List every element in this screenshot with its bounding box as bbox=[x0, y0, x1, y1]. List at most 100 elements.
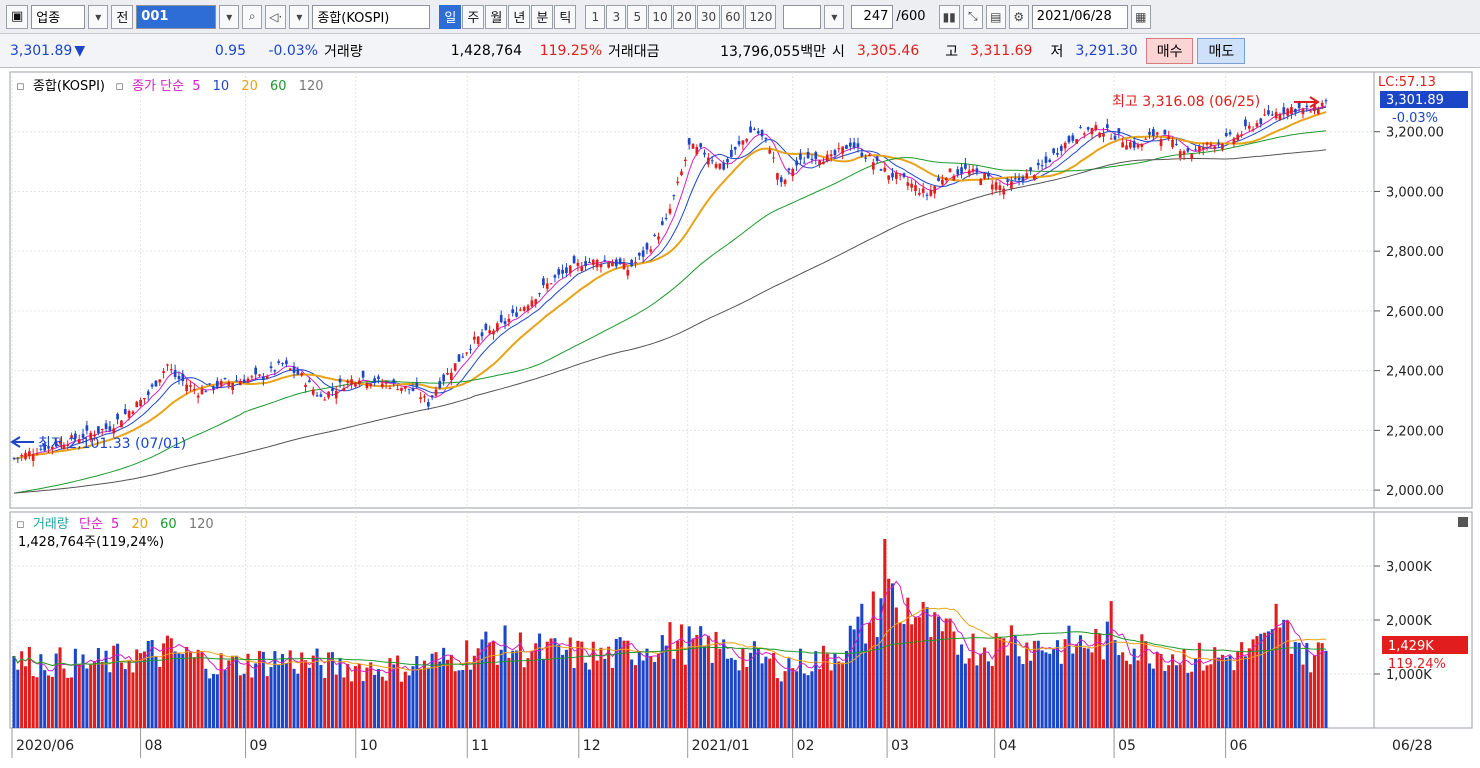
interval-button-3[interactable]: 3 bbox=[606, 4, 627, 29]
volume-bar bbox=[756, 648, 760, 728]
candle-body bbox=[442, 374, 446, 382]
volume-bar bbox=[683, 664, 687, 728]
volume-bar bbox=[921, 602, 925, 728]
interval-button-1[interactable]: 1 bbox=[585, 4, 606, 29]
candle-body bbox=[967, 170, 971, 175]
custom-interval-dropdown-icon[interactable]: ▾ bbox=[824, 4, 845, 29]
candle-body bbox=[618, 258, 622, 265]
volume-bar bbox=[445, 659, 450, 728]
interval-button-60[interactable]: 60 bbox=[721, 4, 745, 29]
volume-bar bbox=[422, 660, 427, 728]
volume-bar bbox=[284, 662, 288, 728]
tab-period-5[interactable]: 틱 bbox=[554, 4, 577, 29]
volume-bar bbox=[246, 653, 250, 728]
count-input[interactable]: 247 bbox=[851, 4, 894, 29]
volume-bar bbox=[691, 638, 695, 728]
candle-body bbox=[469, 348, 472, 350]
candle-body bbox=[599, 264, 603, 268]
candle-body bbox=[584, 260, 587, 267]
interval-button-5[interactable]: 5 bbox=[627, 4, 648, 29]
legend-square-icon: ▫ bbox=[16, 79, 25, 94]
volume-bar bbox=[269, 666, 273, 728]
volume-bar bbox=[890, 583, 895, 728]
interval-button-20[interactable]: 20 bbox=[672, 4, 696, 29]
speaker-dropdown-icon[interactable]: ▾ bbox=[289, 4, 310, 29]
tab-period-0[interactable]: 일 bbox=[439, 4, 462, 29]
category-select[interactable]: 업종 bbox=[31, 4, 86, 29]
candle-body bbox=[595, 259, 599, 268]
candle-body bbox=[641, 250, 645, 257]
candle-body bbox=[262, 376, 265, 380]
candle-body bbox=[415, 382, 419, 388]
buy-button[interactable]: 매수 bbox=[1145, 37, 1194, 64]
tab-period-4[interactable]: 분 bbox=[531, 4, 554, 29]
candle-body bbox=[1013, 178, 1017, 180]
candle-body bbox=[580, 266, 584, 272]
candle-body bbox=[1033, 174, 1036, 180]
candle-body bbox=[944, 177, 948, 181]
volume-bar bbox=[1259, 633, 1263, 728]
volume-bar bbox=[357, 663, 361, 728]
gear-icon[interactable]: ⚙ bbox=[1008, 4, 1029, 29]
calendar-icon[interactable]: ▦ bbox=[1130, 4, 1151, 29]
volume-bar bbox=[580, 641, 584, 728]
volume-bar bbox=[23, 666, 28, 728]
candle-body bbox=[871, 162, 875, 170]
candle-body bbox=[292, 366, 296, 373]
save-icon[interactable]: ▤ bbox=[985, 4, 1006, 29]
candle-body bbox=[753, 128, 756, 130]
code-input[interactable]: 001 bbox=[136, 4, 217, 29]
legend-square-icon-2: ▫ bbox=[115, 79, 124, 94]
candle-body bbox=[1267, 110, 1270, 115]
index-name-field[interactable]: 종합(KOSPI) bbox=[312, 4, 431, 29]
candle-body bbox=[250, 376, 254, 378]
candle-body bbox=[526, 305, 530, 311]
chart-svg[interactable]: 2,000.00 2,200.00 2,400.00 2,600.00 2,800.00… bbox=[0, 68, 1480, 764]
candle-body bbox=[100, 428, 104, 430]
candle-settings-icon[interactable]: ▮▮ bbox=[938, 4, 960, 29]
speaker-icon[interactable]: ◁· bbox=[265, 4, 287, 29]
all-toggle-button[interactable]: 전 bbox=[111, 4, 134, 29]
tab-period-3[interactable]: 년 bbox=[508, 4, 531, 29]
volume-bar bbox=[737, 670, 741, 728]
volume-bar bbox=[369, 662, 373, 728]
candle-body bbox=[622, 263, 626, 270]
category-dropdown-icon[interactable]: ▾ bbox=[88, 4, 109, 29]
volume-bar bbox=[472, 655, 476, 728]
volume-legend-ma5: 5 bbox=[111, 517, 119, 532]
volume-close-icon[interactable] bbox=[1458, 517, 1468, 527]
candle-body bbox=[1121, 142, 1125, 148]
volume-bar bbox=[1194, 658, 1198, 728]
volume-bar bbox=[461, 669, 465, 728]
candle-body bbox=[354, 382, 357, 387]
volume-bar bbox=[388, 658, 392, 728]
volume-bar bbox=[595, 660, 599, 728]
interval-button-120[interactable]: 120 bbox=[745, 4, 777, 29]
volume-bar bbox=[722, 639, 726, 728]
volume-bar bbox=[43, 670, 47, 728]
date-input[interactable]: 2021/06/28 bbox=[1031, 4, 1128, 29]
candle-body bbox=[841, 146, 844, 154]
candle-body bbox=[772, 157, 775, 159]
candle-body bbox=[530, 300, 534, 307]
volume-bar bbox=[181, 654, 185, 728]
candle-body bbox=[1117, 128, 1121, 134]
tab-period-2[interactable]: 월 bbox=[485, 4, 508, 29]
interval-button-30[interactable]: 30 bbox=[696, 4, 721, 29]
candle-body bbox=[557, 269, 561, 275]
draw-tool-icon[interactable]: ⤡ bbox=[962, 4, 983, 29]
window-menu-icon[interactable]: ▣ bbox=[6, 4, 29, 29]
candle-body bbox=[672, 195, 676, 197]
code-dropdown-icon[interactable]: ▾ bbox=[219, 4, 240, 29]
x-label-11: 06 bbox=[1230, 738, 1248, 754]
custom-interval-input[interactable] bbox=[783, 4, 822, 29]
volume-bar bbox=[1201, 670, 1205, 728]
search-icon[interactable]: ⌕ bbox=[242, 4, 263, 29]
volume-bar bbox=[507, 657, 511, 728]
tab-period-1[interactable]: 주 bbox=[462, 4, 485, 29]
sell-button[interactable]: 매도 bbox=[1197, 37, 1246, 64]
volume-bar bbox=[633, 665, 638, 728]
interval-button-10[interactable]: 10 bbox=[648, 4, 672, 29]
candle-body bbox=[384, 382, 388, 384]
volume-bar bbox=[526, 658, 530, 728]
